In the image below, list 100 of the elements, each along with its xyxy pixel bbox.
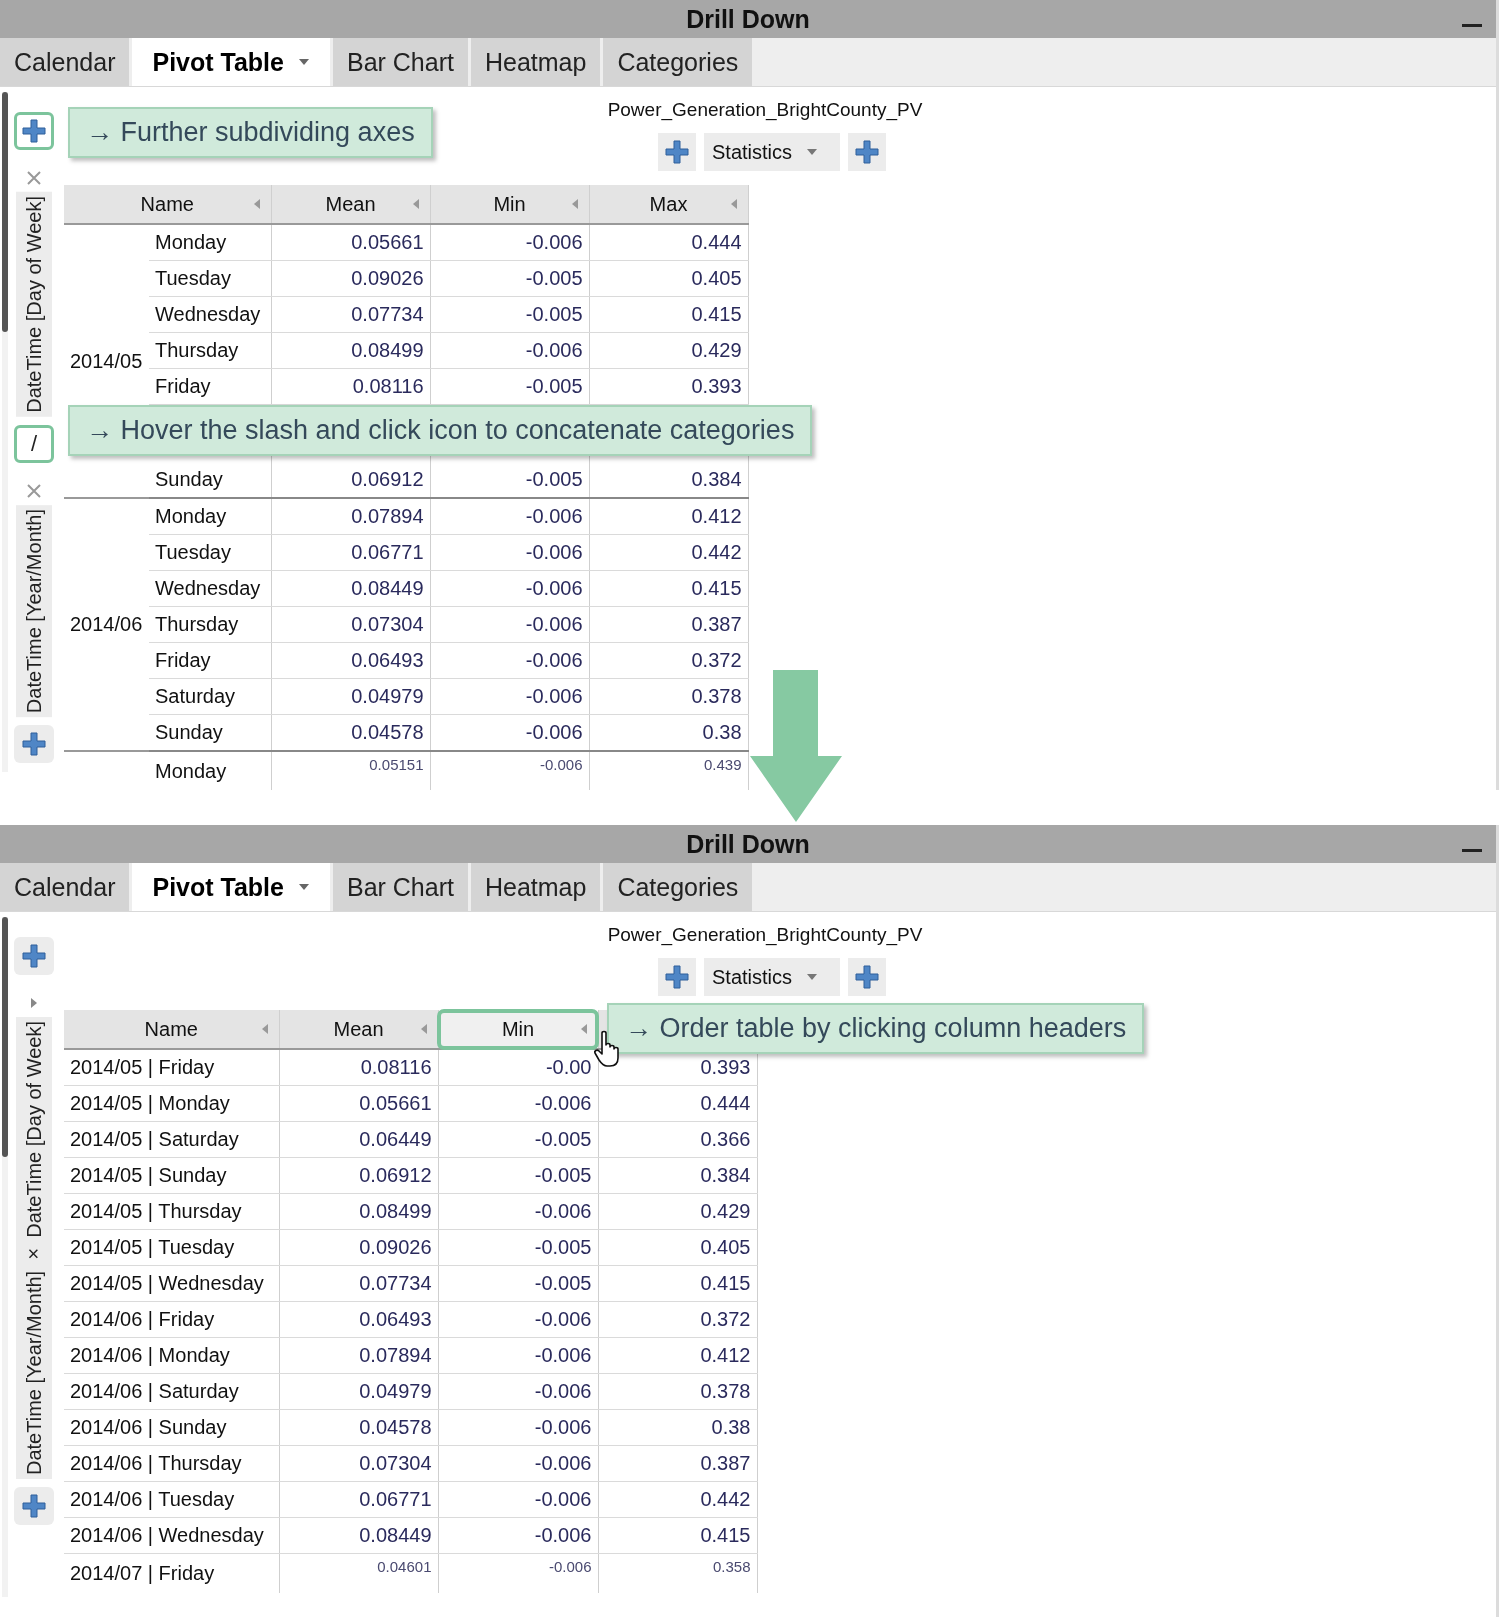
- add-button[interactable]: [14, 724, 54, 763]
- table-cell: 0.429: [598, 1193, 757, 1230]
- table-cell: -0.006: [438, 1445, 598, 1482]
- close-icon[interactable]: [26, 482, 42, 499]
- table-cell: Friday: [149, 368, 271, 405]
- table-cell: Monday: [149, 224, 271, 261]
- table-cell: 0.08116: [271, 368, 430, 405]
- add-button[interactable]: [14, 937, 54, 975]
- sort-arrow-icon[interactable]: [729, 198, 738, 210]
- tab[interactable]: Pivot Table: [132, 38, 330, 86]
- table-cell: -0.005: [438, 1265, 598, 1302]
- add-button[interactable]: [848, 133, 886, 171]
- close-icon[interactable]: [26, 170, 42, 186]
- table-cell: -0.006: [438, 1193, 598, 1230]
- table-cell: 2014/05 | Sunday: [64, 1157, 279, 1194]
- table-cell: 2014/05 | Friday: [64, 1049, 279, 1086]
- table-cell: 0.06771: [279, 1481, 438, 1518]
- expand-icon[interactable]: [29, 997, 39, 1009]
- tab[interactable]: Bar Chart: [332, 38, 468, 86]
- table-cell: -0.005: [430, 368, 589, 405]
- table-cell: 0.405: [598, 1229, 757, 1266]
- table-cell: 2014/05 | Tuesday: [64, 1229, 279, 1266]
- table-cell: 0.38: [598, 1409, 757, 1446]
- table-cell: 0.366: [598, 1121, 757, 1158]
- table-cell: 0.387: [589, 606, 748, 643]
- table-cell: 2014/06 | Wednesday: [64, 1517, 279, 1554]
- table-cell: Monday: [149, 751, 271, 790]
- table-cell: 0.07734: [279, 1265, 438, 1302]
- table-cell: 0.08499: [271, 332, 430, 369]
- join-button[interactable]: /: [14, 424, 54, 463]
- table-cell: -0.006: [430, 751, 589, 790]
- table-cell: 0.442: [598, 1481, 757, 1518]
- sort-arrow-icon[interactable]: [419, 1023, 428, 1035]
- add-button[interactable]: [658, 133, 696, 171]
- table-cell: -0.006: [438, 1409, 598, 1446]
- add-button[interactable]: [14, 1487, 54, 1526]
- table-cell: -0.006: [438, 1373, 598, 1410]
- tab[interactable]: Heatmap: [470, 863, 601, 911]
- table-cell: 2014/07 | Friday: [64, 1553, 279, 1593]
- table-cell: -0.006: [430, 498, 589, 535]
- tab[interactable]: Calendar: [0, 863, 130, 911]
- callout: → Further subdividing axes: [68, 107, 433, 158]
- tab[interactable]: Categories: [603, 863, 753, 911]
- column-header[interactable]: Max: [589, 185, 748, 224]
- axis-label: DateTime [Day of Week]: [16, 192, 52, 417]
- sort-arrow-icon[interactable]: [570, 198, 579, 210]
- sort-arrow-icon[interactable]: [579, 1023, 588, 1035]
- table-cell: Monday: [149, 498, 271, 535]
- table-cell: 0.387: [598, 1445, 757, 1482]
- table-cell: 0.09026: [271, 260, 430, 297]
- table-cell: -0.006: [430, 606, 589, 643]
- table-cell: 2014/05 | Thursday: [64, 1193, 279, 1230]
- statistics-dropdown[interactable]: Statistics: [704, 958, 840, 996]
- column-header[interactable]: Mean: [271, 185, 430, 224]
- tab[interactable]: Heatmap: [470, 38, 601, 86]
- table-cell: -0.005: [438, 1229, 598, 1266]
- table-cell: -0.006: [438, 1301, 598, 1338]
- tab[interactable]: Pivot Table: [132, 863, 330, 911]
- column-header[interactable]: Min: [430, 185, 589, 224]
- plus-icon: [664, 139, 690, 165]
- table-cell: 2014/06 | Thursday: [64, 1445, 279, 1482]
- table-cell: 0.412: [589, 498, 748, 535]
- table-cell: 0.05661: [271, 224, 430, 261]
- scrollbar[interactable]: [2, 917, 8, 1597]
- table-cell: -0.00: [438, 1049, 598, 1086]
- table-cell: -0.006: [438, 1085, 598, 1122]
- table-cell: -0.006: [438, 1337, 598, 1374]
- sort-arrow-icon[interactable]: [252, 198, 261, 210]
- table-cell: -0.005: [438, 1157, 598, 1194]
- table-cell: 0.09026: [279, 1229, 438, 1266]
- table-cell: -0.006: [430, 714, 589, 751]
- sort-arrow-icon[interactable]: [260, 1023, 269, 1035]
- table-cell: 0.08116: [279, 1049, 438, 1086]
- tab[interactable]: Categories: [603, 38, 753, 86]
- column-header[interactable]: Name: [64, 1010, 279, 1049]
- add-button[interactable]: [848, 958, 886, 996]
- dataset-title: Power_Generation_BrightCounty_PV: [606, 924, 924, 948]
- add-button[interactable]: [658, 958, 696, 996]
- table-cell: 0.08449: [279, 1517, 438, 1554]
- table-cell: 0.358: [598, 1553, 757, 1593]
- add-button[interactable]: [14, 112, 54, 150]
- table-cell: -0.006: [438, 1517, 598, 1554]
- column-header[interactable]: Mean: [279, 1010, 438, 1049]
- table-cell: 2014/06 | Sunday: [64, 1409, 279, 1446]
- sort-arrow-icon[interactable]: [411, 198, 420, 210]
- table-cell: 0.04578: [279, 1409, 438, 1446]
- table-cell: Friday: [149, 642, 271, 679]
- table-cell: 0.07894: [271, 498, 430, 535]
- minimize-icon[interactable]: [1462, 849, 1482, 853]
- table-cell: 0.07734: [271, 296, 430, 333]
- minimize-icon[interactable]: [1462, 24, 1482, 28]
- table-cell: 0.08449: [271, 570, 430, 607]
- table-cell: Thursday: [149, 606, 271, 643]
- callout: → Order table by clicking column headers: [607, 1003, 1145, 1054]
- tab[interactable]: Bar Chart: [332, 863, 468, 911]
- column-header[interactable]: Name: [64, 185, 271, 224]
- tab[interactable]: Calendar: [0, 38, 130, 86]
- table-cell: 2014/06 | Monday: [64, 1337, 279, 1374]
- scrollbar[interactable]: [2, 92, 8, 772]
- statistics-dropdown[interactable]: Statistics: [704, 133, 840, 171]
